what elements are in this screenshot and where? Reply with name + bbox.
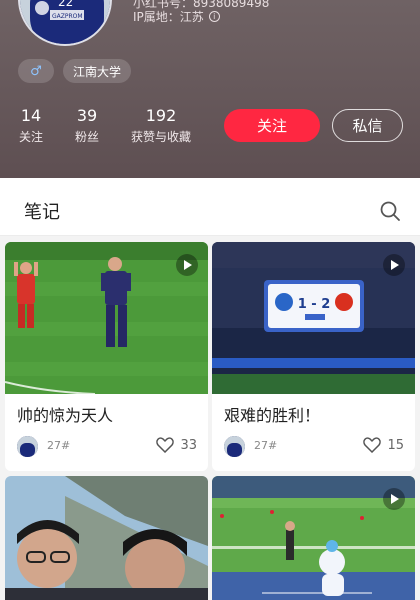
fans-label: 粉丝 bbox=[74, 130, 99, 144]
school-tag-label: 江南大学 bbox=[72, 64, 121, 79]
stat-following[interactable]: 14 关注 bbox=[15, 106, 47, 145]
male-icon: ♂ bbox=[30, 63, 42, 79]
info-icon[interactable]: i bbox=[208, 11, 220, 22]
search-icon[interactable] bbox=[379, 200, 401, 222]
svg-text:GAZPROM: GAZPROM bbox=[52, 13, 83, 20]
note-title: 帅的惊为天人 bbox=[17, 406, 114, 425]
video-play-icon bbox=[383, 254, 405, 276]
gender-tag: ♂ bbox=[18, 59, 54, 83]
profile-header: 22 GAZPROM 小红书号：8938089498 IP属地：江苏 i ♂ 江… bbox=[0, 0, 420, 178]
note-card[interactable] bbox=[212, 476, 415, 600]
author-name[interactable]: 27# bbox=[47, 439, 70, 452]
message-button[interactable]: 私信 bbox=[332, 109, 403, 142]
note-cover-image bbox=[5, 476, 208, 600]
note-card[interactable] bbox=[5, 476, 208, 600]
ip-location-text: IP属地：江苏 bbox=[133, 10, 204, 24]
heart-icon bbox=[156, 437, 175, 453]
svg-text:22: 22 bbox=[58, 0, 73, 9]
stat-fans[interactable]: 39 粉丝 bbox=[72, 106, 102, 145]
note-card[interactable]: 帅的惊为天人 27# 33 bbox=[5, 242, 208, 471]
like-button[interactable]: 33 bbox=[156, 437, 197, 453]
follow-button[interactable]: 关注 bbox=[224, 109, 320, 142]
author-avatar[interactable] bbox=[224, 436, 245, 457]
like-count: 15 bbox=[387, 437, 404, 453]
svg-text:1 - 2: 1 - 2 bbox=[298, 297, 331, 312]
ip-location: IP属地：江苏 i bbox=[133, 8, 220, 25]
like-count: 33 bbox=[180, 437, 197, 453]
fans-count: 39 bbox=[76, 106, 98, 125]
like-button[interactable]: 15 bbox=[363, 437, 404, 453]
school-tag[interactable]: 江南大学 bbox=[63, 59, 131, 83]
heart-icon bbox=[363, 437, 382, 453]
note-footer: 27# 33 bbox=[17, 436, 197, 458]
likes-count: 192 bbox=[145, 106, 177, 125]
video-play-icon bbox=[383, 488, 405, 510]
following-count: 14 bbox=[20, 106, 42, 125]
video-play-icon bbox=[176, 254, 198, 276]
note-footer: 27# 15 bbox=[224, 436, 404, 458]
author-name[interactable]: 27# bbox=[254, 439, 277, 452]
note-card[interactable]: 1 - 2 艰难的胜利！ 27# 15 bbox=[212, 242, 415, 471]
likes-label: 获赞与收藏 bbox=[130, 130, 191, 144]
note-title: 艰难的胜利！ bbox=[224, 406, 321, 425]
profile-avatar[interactable]: 22 GAZPROM bbox=[18, 0, 112, 46]
notes-tabbar: 笔记 bbox=[0, 178, 420, 236]
tab-notes[interactable]: 笔记 bbox=[24, 198, 60, 224]
author-avatar[interactable] bbox=[17, 436, 38, 457]
stat-likes[interactable]: 192 获赞与收藏 bbox=[127, 106, 195, 145]
following-label: 关注 bbox=[18, 130, 43, 144]
